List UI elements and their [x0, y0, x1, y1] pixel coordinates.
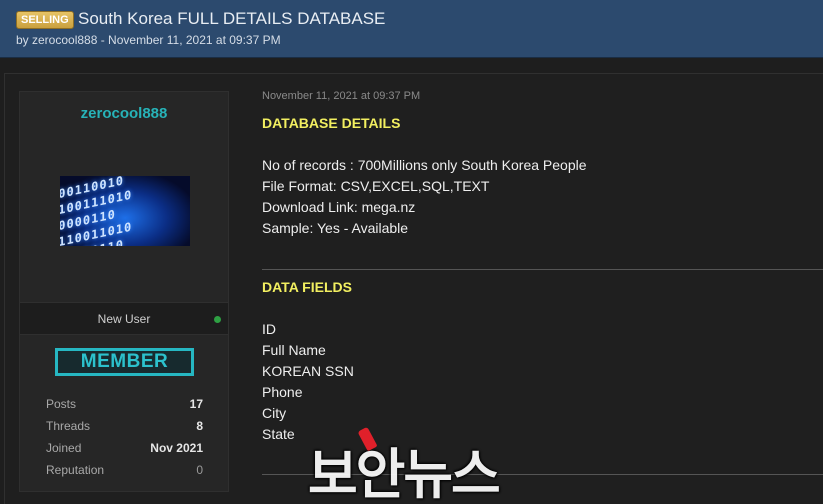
stat-value[interactable]: 8: [196, 419, 203, 433]
stat-posts: Posts 17: [46, 397, 203, 413]
user-title: New User: [97, 312, 151, 326]
stat-label: Posts: [46, 397, 77, 411]
thread-meta: by zerocool888 - November 11, 2021 at 09…: [16, 33, 281, 47]
section-heading-database-details: DATABASE DETAILS: [262, 115, 401, 131]
post-text-line: State: [262, 426, 295, 442]
section-heading-data-fields: DATA FIELDS: [262, 279, 352, 295]
post-text-line: KOREAN SSN: [262, 363, 354, 379]
post-text-line: File Format: CSV,EXCEL,SQL,TEXT: [262, 178, 490, 194]
stat-reputation: Reputation 0: [46, 463, 203, 479]
online-status-icon: [214, 316, 221, 323]
stat-threads: Threads 8: [46, 419, 203, 435]
stat-value[interactable]: 0: [196, 463, 203, 477]
watermark-logo: 보안뉴스: [308, 443, 501, 504]
post-date[interactable]: November 11, 2021 at 09:37 PM: [262, 90, 420, 102]
post-text-line: Sample: Yes - Available: [262, 220, 409, 236]
stat-label: Threads: [46, 419, 91, 433]
post-text-line: No of records : 700Millions only South K…: [262, 157, 587, 173]
post-text-line: Full Name: [262, 342, 326, 358]
user-status-bar: New User: [20, 302, 228, 335]
stat-value[interactable]: 17: [190, 397, 203, 411]
divider: [262, 269, 823, 270]
stat-value: Nov 2021: [150, 441, 203, 455]
prefix-badge[interactable]: SELLING: [16, 11, 74, 29]
stat-label: Joined: [46, 441, 82, 455]
post-text-line: City: [262, 405, 287, 421]
post-text-line: ID: [262, 321, 276, 337]
stat-label: Reputation: [46, 463, 105, 477]
post-text-line: Phone: [262, 384, 303, 400]
username-link[interactable]: zerocool888: [20, 105, 228, 122]
post-text-line: Download Link: mega.nz: [262, 199, 416, 215]
rank-badge: MEMBER: [55, 348, 194, 376]
avatar[interactable]: 100110010 1100111010 10000110 0110011010…: [60, 176, 190, 246]
user-card: zerocool888 100110010 1100111010 1000011…: [19, 91, 229, 492]
thread-title: South Korea FULL DETAILS DATABASE: [78, 9, 386, 28]
thread-header: SELLING South Korea FULL DETAILS DATABAS…: [0, 0, 823, 58]
stat-joined: Joined Nov 2021: [46, 441, 203, 457]
